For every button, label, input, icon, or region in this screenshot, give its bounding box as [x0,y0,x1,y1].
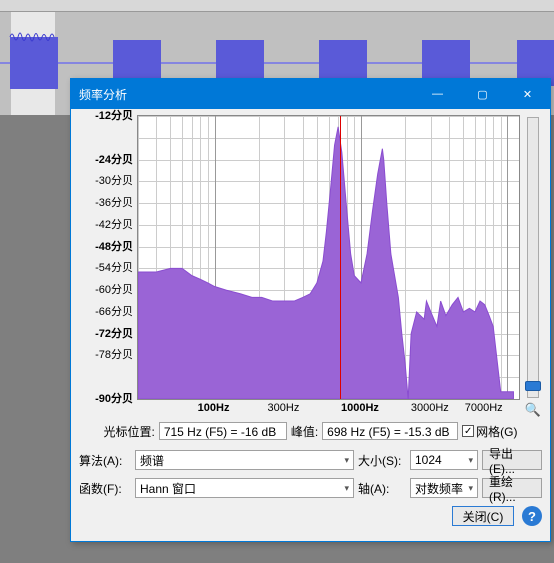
size-label: 大小(S): [358,452,406,469]
x-tick-label: 300Hz [268,402,300,414]
replot-button[interactable]: 重绘(R)... [482,478,542,498]
x-tick-label: 1000Hz [341,402,379,414]
function-select-value: Hann 窗口 [140,480,196,497]
algorithm-select[interactable]: 频谱 ▾ [135,450,354,470]
timeline-ruler[interactable] [0,0,554,12]
grid-checkbox-box[interactable]: ✓ [462,425,474,437]
size-select-value: 1024 [415,453,442,467]
function-select[interactable]: Hann 窗口 ▾ [135,478,354,498]
spectrum-fill [138,116,519,399]
y-axis: -12分贝-24分贝-30分贝-36分贝-42分贝-48分贝-54分贝-60分贝… [79,115,137,418]
y-tick-label: -30分贝 [95,172,133,188]
chevron-down-icon: ▾ [468,483,473,494]
dialog-titlebar[interactable]: 频率分析 — ▢ ✕ [71,79,550,109]
grid-checkbox-label: 网格(G) [476,423,517,440]
cursor-crosshair[interactable] [340,116,341,399]
y-tick-label: -72分贝 [95,325,133,341]
window-maximize-button[interactable]: ▢ [460,79,505,109]
chevron-down-icon: ▾ [344,483,349,494]
peak-label: 峰值: [291,423,318,440]
size-select[interactable]: 1024 ▾ [410,450,478,470]
spectrum-plot[interactable] [137,115,520,400]
zoom-slider[interactable] [527,117,539,398]
axis-select[interactable]: 对数频率 ▾ [410,478,478,498]
cursor-position-label: 光标位置: [103,423,154,440]
y-tick-label: -24分贝 [95,151,133,167]
close-button[interactable]: 关闭(C) [452,506,514,526]
y-tick-label: -42分贝 [95,216,133,232]
grid-checkbox[interactable]: ✓ 网格(G) [462,423,517,440]
export-button[interactable]: 导出(E)... [482,450,542,470]
x-tick-label: 3000Hz [411,402,449,414]
x-tick-label: 100Hz [198,402,230,414]
y-tick-label: -48分贝 [95,238,133,254]
window-minimize-button[interactable]: — [415,79,460,109]
y-tick-label: -54分贝 [95,259,133,275]
algorithm-label: 算法(A): [79,452,131,469]
x-axis: 100Hz 300Hz 1000Hz 3000Hz 7000Hz [137,400,520,418]
frequency-analysis-dialog: 频率分析 — ▢ ✕ -12分贝 -24分贝 -30分贝 -36分贝 -42分贝 -48分… [70,78,551,542]
y-tick-label: -66分贝 [95,303,133,319]
function-label: 函数(F): [79,480,131,497]
cursor-position-value: 715 Hz (F5) = -16 dB [159,422,287,440]
chevron-down-icon: ▾ [468,455,473,466]
axis-label: 轴(A): [358,480,406,497]
window-close-button[interactable]: ✕ [505,79,550,109]
y-tick-label: -60分贝 [95,281,133,297]
zoom-icon[interactable]: 🔍 [525,402,541,418]
zoom-slider-thumb[interactable] [525,381,541,391]
axis-select-value: 对数频率 [415,480,463,497]
peak-value: 698 Hz (F5) = -15.3 dB [322,422,458,440]
algorithm-select-value: 频谱 [140,452,164,469]
y-tick-label: -36分贝 [95,194,133,210]
y-tick-label: -78分贝 [95,346,133,362]
help-button[interactable]: ? [522,506,542,526]
y-tick-label: -12分贝 [95,107,133,123]
y-tick-label: -90分贝 [95,390,133,406]
dialog-title: 频率分析 [79,86,415,103]
chevron-down-icon: ▾ [344,455,349,466]
x-tick-label: 7000Hz [465,402,503,414]
